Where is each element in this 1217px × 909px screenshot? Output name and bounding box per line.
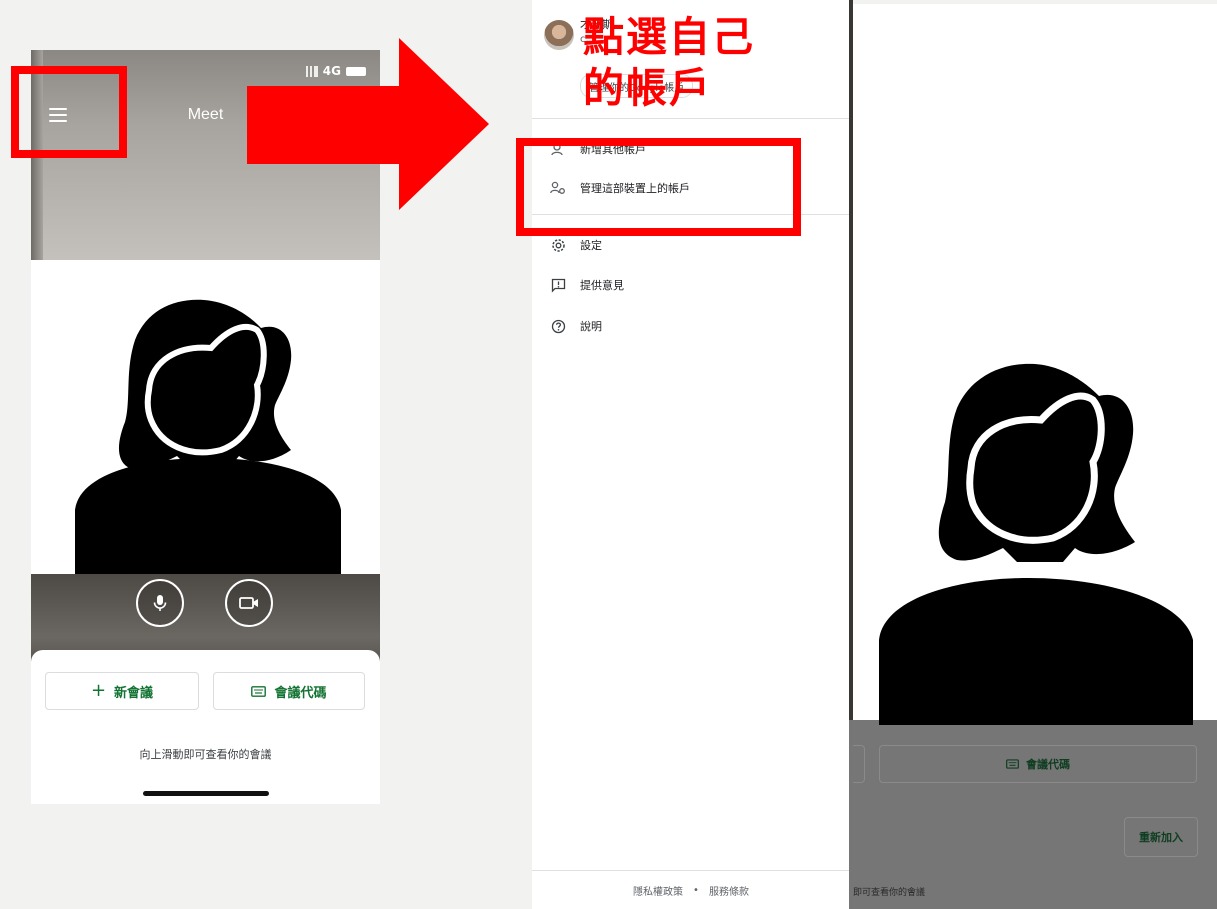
navigation-drawer: 才珊斯 c. 管理你的Google帳戶 新增其他帳戶 管理這部裝置上的帳戶 設定…	[532, 0, 850, 909]
keyboard-icon	[251, 685, 267, 697]
drawer-footer: 隱私權政策 • 服務條款	[532, 870, 850, 909]
camera-button[interactable]	[225, 579, 273, 627]
feedback-icon	[550, 277, 566, 293]
new-meeting-button[interactable]: + 新會議	[45, 672, 199, 710]
feedback-item[interactable]: 提供意見	[550, 277, 624, 293]
highlight-box-menu	[11, 66, 127, 158]
highlight-box-accounts	[516, 138, 801, 236]
annotation-line-1: 點選自己	[583, 13, 755, 61]
annotation-instruction: 點選自己 的帳戶	[583, 12, 755, 114]
annotation-line-2: 的帳戶	[583, 64, 712, 112]
self-view-avatar	[39, 260, 380, 574]
meeting-code-button[interactable]: 會議代碼	[879, 745, 1197, 783]
help-label: 說明	[580, 320, 602, 333]
plus-icon: +	[90, 680, 107, 701]
divider	[532, 118, 850, 119]
account-avatar[interactable]	[544, 20, 574, 50]
feedback-label: 提供意見	[580, 279, 624, 292]
settings-item[interactable]: 設定	[550, 237, 602, 253]
footer-separator: •	[693, 884, 699, 896]
terms-of-service-link[interactable]: 服務條款	[709, 883, 749, 898]
meeting-code-button[interactable]: 會議代碼	[213, 672, 365, 710]
arrow-right-icon	[247, 38, 489, 210]
video-camera-icon	[239, 597, 258, 609]
gear-icon	[550, 237, 566, 253]
person-silhouette-icon	[879, 363, 1193, 725]
help-item[interactable]: 說明	[550, 318, 602, 334]
swipe-hint-partial: 即可查看你的會議	[853, 888, 926, 898]
meeting-code-label: 會議代碼	[274, 685, 327, 701]
person-silhouette-icon	[75, 299, 341, 574]
privacy-policy-link[interactable]: 隱私權政策	[633, 883, 683, 898]
help-icon	[550, 318, 566, 334]
keyboard-icon	[1006, 759, 1019, 769]
settings-label: 設定	[580, 239, 602, 252]
rejoin-button[interactable]: 重新加入	[1124, 817, 1198, 857]
bottom-sheet: + 新會議 會議代碼 向上滑動即可查看你的會議	[31, 650, 380, 804]
new-meeting-label: 新會議	[114, 685, 154, 701]
meeting-code-label: 會議代碼	[1026, 758, 1070, 771]
swipe-hint: 向上滑動即可查看你的會議	[139, 748, 272, 761]
microphone-icon	[153, 595, 167, 611]
home-indicator	[143, 791, 269, 796]
new-meeting-button-partial[interactable]	[853, 745, 865, 783]
microphone-button[interactable]	[136, 579, 184, 627]
